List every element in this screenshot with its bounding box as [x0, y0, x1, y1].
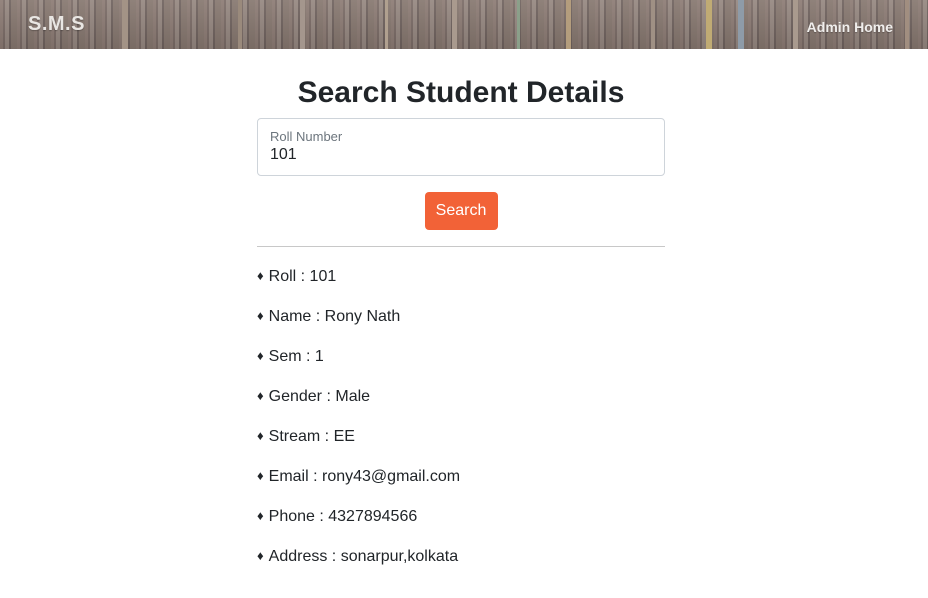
diamond-bullet-icon: ♦	[257, 428, 264, 443]
search-panel: Search Student Details Roll Number Searc…	[257, 74, 665, 585]
detail-email: ♦ Email : rony43@gmail.com	[257, 465, 665, 505]
detail-label: Phone	[268, 508, 315, 525]
detail-name: ♦ Name : Rony Nath	[257, 305, 665, 345]
detail-label: Sem	[268, 348, 302, 365]
detail-value: Rony Nath	[324, 308, 401, 325]
diamond-bullet-icon: ♦	[257, 388, 264, 403]
navbar: S.M.S Admin Home	[0, 0, 928, 49]
navbar-background-image	[0, 0, 928, 49]
detail-sem: ♦ Sem : 1	[257, 345, 665, 385]
diamond-bullet-icon: ♦	[257, 548, 264, 563]
detail-label: Gender	[268, 388, 323, 405]
detail-value: Male	[335, 388, 371, 405]
admin-home-link[interactable]: Admin Home	[807, 19, 893, 35]
search-button[interactable]: Search	[424, 192, 498, 230]
detail-value: 1	[314, 348, 324, 365]
page-title: Search Student Details	[297, 76, 625, 109]
diamond-bullet-icon: ♦	[257, 468, 264, 483]
detail-roll: ♦ Roll : 101	[257, 265, 665, 305]
divider	[257, 246, 665, 247]
detail-value: 101	[309, 268, 337, 285]
diamond-bullet-icon: ♦	[257, 268, 264, 283]
detail-value: EE	[333, 428, 355, 445]
detail-label: Name	[268, 308, 312, 325]
detail-value: 4327894566	[328, 508, 418, 525]
detail-address: ♦ Address : sonarpur,kolkata	[257, 545, 665, 585]
roll-number-label: Roll Number	[270, 129, 343, 144]
detail-stream: ♦ Stream : EE	[257, 425, 665, 465]
detail-label: Stream	[268, 428, 321, 445]
detail-gender: ♦ Gender : Male	[257, 385, 665, 425]
detail-label: Email	[268, 468, 309, 485]
search-button-row: Search	[257, 192, 665, 230]
detail-value: rony43@gmail.com	[322, 468, 461, 485]
detail-value: sonarpur,kolkata	[340, 548, 459, 565]
brand-logo[interactable]: S.M.S	[28, 13, 85, 36]
diamond-bullet-icon: ♦	[257, 508, 264, 523]
detail-phone: ♦ Phone : 4327894566	[257, 505, 665, 545]
diamond-bullet-icon: ♦	[257, 348, 264, 363]
diamond-bullet-icon: ♦	[257, 308, 264, 323]
student-details-list: ♦ Roll : 101 ♦ Name : Rony Nath ♦ Sem : 1 ♦…	[257, 265, 665, 585]
detail-label: Address	[268, 548, 328, 565]
roll-number-input[interactable]	[270, 146, 650, 164]
roll-number-field[interactable]: Roll Number	[257, 118, 665, 176]
detail-label: Roll	[268, 268, 297, 285]
